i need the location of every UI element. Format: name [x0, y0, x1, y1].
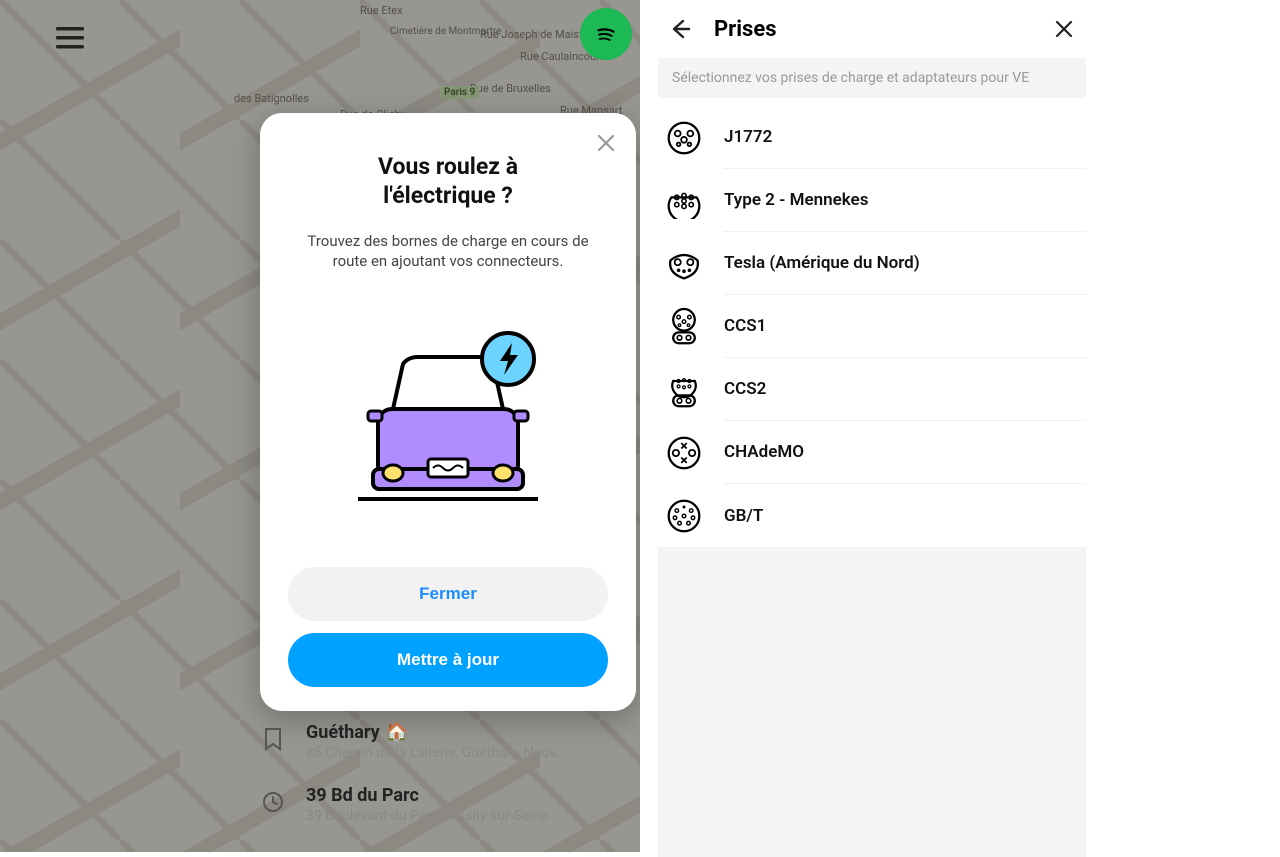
- plug-row-ccs2[interactable]: CCS2: [658, 358, 1086, 421]
- plug-label: GB/T: [724, 484, 1086, 547]
- close-icon: [1055, 20, 1073, 38]
- plug-gbt-icon: [664, 496, 704, 536]
- plug-label: Tesla (Amérique du Nord): [724, 232, 1086, 295]
- plug-row-j1772[interactable]: J1772: [658, 106, 1086, 169]
- modal-close-button[interactable]: [592, 129, 620, 157]
- plug-label: CCS2: [724, 358, 1086, 421]
- bookmark-icon: [258, 724, 288, 754]
- plug-label: J1772: [724, 106, 1086, 169]
- saved-place-title: Guéthary 🏠: [306, 722, 566, 743]
- modal-title: Vous roulez à l'électrique ?: [288, 153, 608, 211]
- plug-row-tesla-na[interactable]: Tesla (Amérique du Nord): [658, 232, 1086, 295]
- hamburger-icon: [56, 27, 84, 49]
- close-button[interactable]: Fermer: [288, 567, 608, 621]
- spotify-icon: [591, 19, 621, 49]
- plug-label: CHAdeMO: [724, 421, 1086, 484]
- plug-j1772-icon: [664, 118, 704, 158]
- modal-title-line1: Vous roulez à: [378, 153, 518, 180]
- saved-place-title: 39 Bd du Parc: [306, 785, 559, 806]
- saved-place-item[interactable]: Guéthary 🏠 85 Chemin de la Laiterie, Gué…: [234, 712, 640, 775]
- plug-row-chademo[interactable]: CHAdeMO: [658, 421, 1086, 484]
- saved-place-item[interactable]: 39 Bd du Parc 39 Boulevard du Parc, Neui…: [234, 775, 640, 838]
- plug-chademo-icon: [664, 433, 704, 473]
- saved-title-text: Guéthary: [306, 722, 380, 743]
- header: Prises: [658, 0, 1086, 58]
- modal-subtitle: Trouvez des bornes de charge en cours de…: [288, 231, 608, 272]
- plug-ccs1-icon: [664, 307, 704, 347]
- plug-ccs2-icon: [664, 370, 704, 410]
- page-title: Prises: [714, 17, 1030, 42]
- close-icon: [597, 134, 615, 152]
- plug-row-type2[interactable]: Type 2 - Mennekes: [658, 169, 1086, 232]
- saved-place-address: 85 Chemin de la Laiterie, Guéthary, Nouv…: [306, 745, 566, 761]
- saved-places-list: Guéthary 🏠 85 Chemin de la Laiterie, Gué…: [234, 712, 640, 838]
- house-emoji: 🏠: [386, 722, 408, 743]
- plug-list: J1772 Type 2 - Mennekes Tesla (Amérique …: [658, 106, 1086, 547]
- modal-title-line2: l'électrique ?: [383, 182, 513, 209]
- ev-prompt-modal: Vous roulez à l'électrique ? Trouvez des…: [260, 113, 636, 711]
- recent-icon: [258, 787, 288, 817]
- plug-row-ccs1[interactable]: CCS1: [658, 295, 1086, 358]
- spotify-button[interactable]: [580, 8, 632, 60]
- menu-button[interactable]: [48, 16, 92, 60]
- back-button[interactable]: [664, 13, 696, 45]
- right-phone-screen: Prises Sélectionnez vos prises de charge…: [640, 0, 1280, 852]
- left-phone-screen: Rue Etex Cimetière de Montmartre Rue Jos…: [0, 0, 640, 852]
- plug-type2-icon: [664, 181, 704, 221]
- saved-place-address: 39 Boulevard du Parc, Neuilly-sur-Seine.…: [306, 808, 559, 824]
- plug-label: Type 2 - Mennekes: [724, 169, 1086, 232]
- ev-car-illustration: [288, 281, 608, 557]
- plug-label: CCS1: [724, 295, 1086, 358]
- empty-area: [658, 547, 1086, 857]
- instruction-banner: Sélectionnez vos prises de charge et ada…: [658, 58, 1086, 98]
- plug-row-gbt[interactable]: GB/T: [658, 484, 1086, 547]
- arrow-left-icon: [669, 18, 691, 40]
- update-button[interactable]: Mettre à jour: [288, 633, 608, 687]
- saved-title-text: 39 Bd du Parc: [306, 785, 419, 806]
- plug-tesla-icon: [664, 244, 704, 284]
- close-button[interactable]: [1048, 13, 1080, 45]
